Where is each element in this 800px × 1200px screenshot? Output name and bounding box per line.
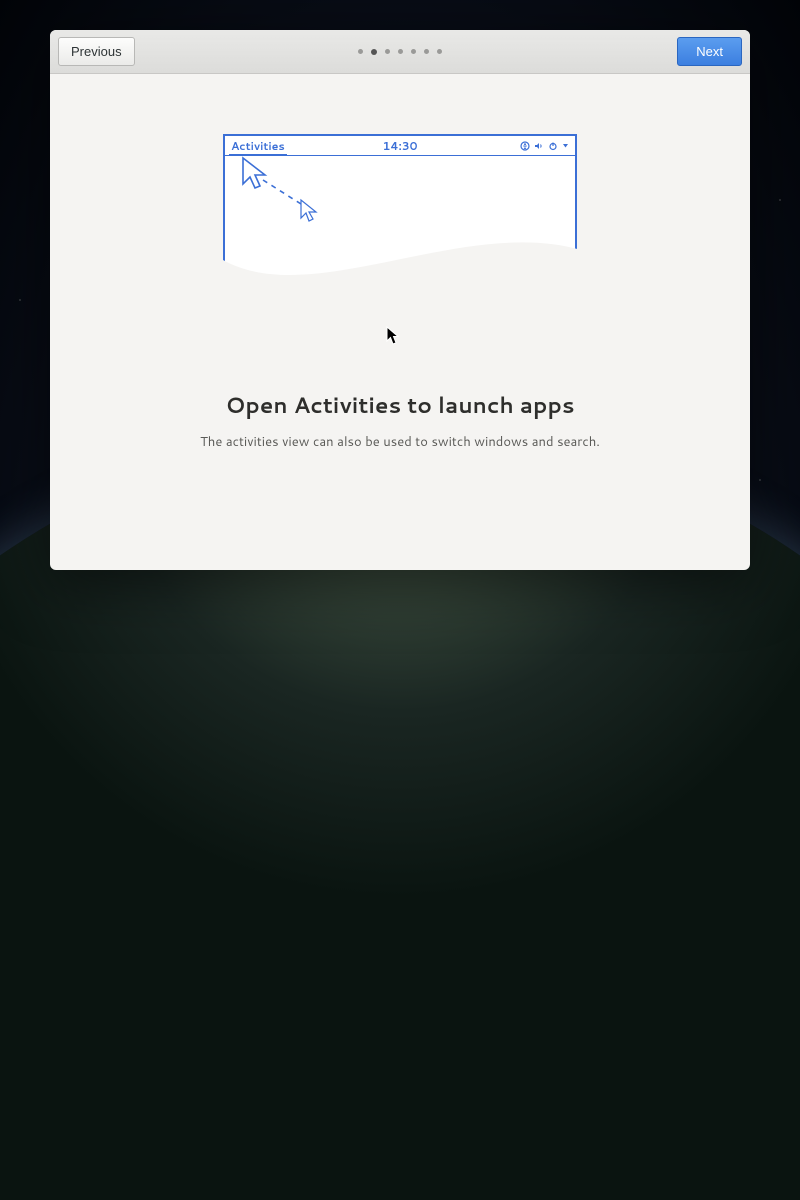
dropdown-triangle-icon bbox=[562, 142, 569, 149]
volume-icon bbox=[534, 141, 544, 151]
mouse-cursor-icon bbox=[386, 326, 400, 346]
page-subtitle: The activities view can also be used to … bbox=[200, 433, 600, 451]
illustration-status-area bbox=[520, 141, 569, 151]
cursor-path-illustration bbox=[237, 156, 347, 234]
page-indicator bbox=[358, 49, 442, 55]
page-dot bbox=[437, 49, 442, 54]
tour-content: Activities 14:30 bbox=[50, 74, 750, 570]
headerbar: Previous Next bbox=[50, 30, 750, 74]
page-dot bbox=[424, 49, 429, 54]
welcome-tour-panel: Previous Next Activities 14:30 bbox=[50, 30, 750, 570]
page-dot bbox=[358, 49, 363, 54]
page-dot bbox=[411, 49, 416, 54]
illustration-activities-label: Activities bbox=[231, 138, 285, 154]
accessibility-icon bbox=[520, 141, 530, 151]
power-icon bbox=[548, 141, 558, 151]
previous-button[interactable]: Previous bbox=[58, 37, 135, 66]
illustration-topbar: Activities 14:30 bbox=[225, 136, 575, 156]
illustration-desktop: Activities 14:30 bbox=[223, 134, 577, 330]
next-button[interactable]: Next bbox=[677, 37, 742, 66]
page-dot bbox=[398, 49, 403, 54]
page-dot bbox=[385, 49, 390, 54]
illustration-clock: 14:30 bbox=[383, 138, 418, 154]
page-title: Open Activities to launch apps bbox=[225, 390, 574, 421]
page-dot-current bbox=[371, 49, 377, 55]
illustration-body bbox=[225, 156, 575, 328]
